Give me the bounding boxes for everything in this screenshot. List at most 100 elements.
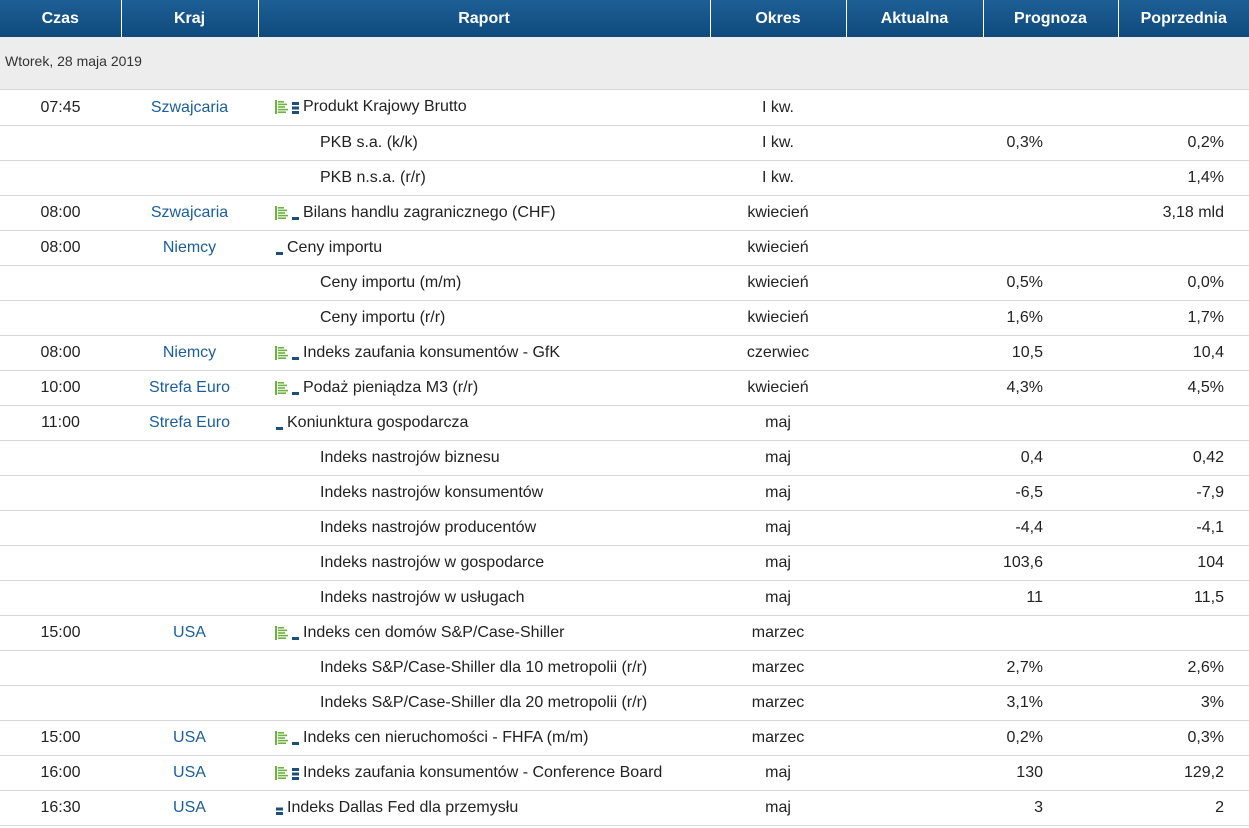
cell-poprzednia bbox=[1118, 405, 1249, 441]
cell-kraj[interactable]: Niemcy bbox=[121, 230, 258, 266]
cell-okres: marzec bbox=[710, 615, 846, 651]
cell-poprzednia: 129,2 bbox=[1118, 755, 1249, 791]
cell-prognoza: 3,1% bbox=[983, 685, 1118, 721]
cell-czas: 10:00 bbox=[0, 370, 121, 406]
cell-okres: czerwiec bbox=[710, 335, 846, 371]
report-label[interactable]: Bilans handlu zagranicznego (CHF) bbox=[303, 204, 556, 221]
chart-icon[interactable] bbox=[275, 625, 288, 640]
importance-icon bbox=[292, 356, 299, 360]
table-row: Indeks nastrojów konsumentów maj -6,5 -7… bbox=[0, 475, 1249, 511]
chart-icon[interactable] bbox=[275, 380, 288, 395]
sub-report-label: Indeks nastrojów biznesu bbox=[320, 448, 500, 466]
cell-kraj bbox=[121, 650, 258, 686]
cell-kraj[interactable]: USA bbox=[121, 755, 258, 791]
column-header-okres[interactable]: Okres bbox=[710, 0, 847, 37]
cell-kraj[interactable]: Szwajcaria bbox=[121, 195, 258, 231]
cell-poprzednia: 104 bbox=[1118, 545, 1249, 581]
cell-prognoza: 0,2% bbox=[983, 720, 1118, 756]
cell-aktualna bbox=[846, 510, 983, 546]
report-label[interactable]: Produkt Krajowy Brutto bbox=[303, 98, 467, 115]
column-header-poprzednia[interactable]: Poprzednia bbox=[1118, 0, 1249, 37]
importance-icon bbox=[276, 807, 283, 815]
chart-icon[interactable] bbox=[275, 765, 288, 780]
cell-poprzednia: 3% bbox=[1118, 685, 1249, 721]
cell-raport: Indeks nastrojów konsumentów bbox=[258, 475, 710, 511]
cell-poprzednia: 0,3% bbox=[1118, 720, 1249, 756]
cell-czas bbox=[0, 580, 121, 616]
chart-icon[interactable] bbox=[275, 730, 288, 745]
cell-kraj[interactable]: Strefa Euro bbox=[121, 405, 258, 441]
chart-icon[interactable] bbox=[275, 100, 288, 115]
cell-czas bbox=[0, 545, 121, 581]
cell-okres: maj bbox=[710, 545, 846, 581]
report-label[interactable]: Podaż pieniądza M3 (r/r) bbox=[303, 379, 478, 396]
sub-report-label: Ceny importu (m/m) bbox=[320, 273, 462, 291]
cell-raport: Produkt Krajowy Brutto bbox=[258, 89, 710, 126]
cell-czas: 15:00 bbox=[0, 615, 121, 651]
sub-report-label: PKB s.a. (k/k) bbox=[320, 133, 418, 151]
cell-poprzednia: 1,7% bbox=[1118, 300, 1249, 336]
report-label[interactable]: Indeks cen nieruchomości - FHFA (m/m) bbox=[303, 729, 588, 746]
cell-okres: maj bbox=[710, 510, 846, 546]
table-row: 08:00 Szwajcaria Bilans handlu zagranicz… bbox=[0, 195, 1249, 231]
sub-report-label: Ceny importu (r/r) bbox=[320, 308, 446, 326]
report-label[interactable]: Indeks cen domów S&P/Case-Shiller bbox=[303, 624, 564, 641]
column-header-prognoza[interactable]: Prognoza bbox=[983, 0, 1119, 37]
column-header-aktualna[interactable]: Aktualna bbox=[846, 0, 984, 37]
cell-prognoza bbox=[983, 405, 1118, 441]
report-label[interactable]: Indeks Dallas Fed dla przemysłu bbox=[287, 799, 518, 816]
cell-czas: 08:00 bbox=[0, 195, 121, 231]
chart-icon[interactable] bbox=[275, 205, 288, 220]
cell-kraj[interactable]: USA bbox=[121, 720, 258, 756]
cell-kraj[interactable]: USA bbox=[121, 615, 258, 651]
cell-kraj[interactable]: Strefa Euro bbox=[121, 370, 258, 406]
table-body: Wtorek, 28 maja 2019 07:45 Szwajcaria Pr… bbox=[0, 37, 1249, 826]
cell-prognoza: 10,5 bbox=[983, 335, 1118, 371]
cell-prognoza: 4,3% bbox=[983, 370, 1118, 406]
cell-poprzednia: 3,18 mld bbox=[1118, 195, 1249, 231]
cell-prognoza bbox=[983, 89, 1118, 126]
chart-icon[interactable] bbox=[275, 345, 288, 360]
table-row: 08:00 Niemcy Ceny importu kwiecień bbox=[0, 230, 1249, 266]
cell-prognoza bbox=[983, 195, 1118, 231]
cell-raport: Indeks zaufania konsumentów - Conference… bbox=[258, 755, 710, 791]
table-row: Ceny importu (r/r) kwiecień 1,6% 1,7% bbox=[0, 300, 1249, 336]
cell-kraj[interactable]: USA bbox=[121, 790, 258, 826]
cell-czas: 07:45 bbox=[0, 89, 121, 126]
sub-report-label: Indeks S&P/Case-Shiller dla 10 metropoli… bbox=[320, 658, 648, 676]
column-header-czas[interactable]: Czas bbox=[0, 0, 122, 37]
cell-czas: 11:00 bbox=[0, 405, 121, 441]
cell-prognoza: 103,6 bbox=[983, 545, 1118, 581]
cell-prognoza: 2,7% bbox=[983, 650, 1118, 686]
cell-okres: maj bbox=[710, 790, 846, 826]
cell-kraj bbox=[121, 545, 258, 581]
table-row: PKB s.a. (k/k) I kw. 0,3% 0,2% bbox=[0, 125, 1249, 161]
table-row: Indeks nastrojów w gospodarce maj 103,6 … bbox=[0, 545, 1249, 581]
cell-kraj[interactable]: Szwajcaria bbox=[121, 89, 258, 126]
cell-poprzednia: 4,5% bbox=[1118, 370, 1249, 406]
cell-kraj bbox=[121, 510, 258, 546]
cell-prognoza bbox=[983, 160, 1118, 196]
table-row: Indeks S&P/Case-Shiller dla 10 metropoli… bbox=[0, 650, 1249, 686]
column-header-kraj[interactable]: Kraj bbox=[121, 0, 259, 37]
economic-calendar-table: Czas Kraj Raport Okres Aktualna Prognoza… bbox=[0, 0, 1249, 826]
report-label[interactable]: Koniunktura gospodarcza bbox=[287, 414, 468, 431]
date-group-row: Wtorek, 28 maja 2019 bbox=[0, 37, 1249, 90]
cell-raport: Bilans handlu zagranicznego (CHF) bbox=[258, 195, 710, 231]
cell-raport: PKB n.s.a. (r/r) bbox=[258, 160, 710, 196]
importance-icon bbox=[292, 636, 299, 640]
cell-okres: marzec bbox=[710, 650, 846, 686]
table-row: Indeks S&P/Case-Shiller dla 20 metropoli… bbox=[0, 685, 1249, 721]
cell-prognoza: 1,6% bbox=[983, 300, 1118, 336]
column-header-raport[interactable]: Raport bbox=[258, 0, 711, 37]
cell-kraj bbox=[121, 265, 258, 301]
cell-prognoza: 130 bbox=[983, 755, 1118, 791]
report-label[interactable]: Indeks zaufania konsumentów - GfK bbox=[303, 344, 560, 361]
cell-kraj[interactable]: Niemcy bbox=[121, 335, 258, 371]
report-label[interactable]: Ceny importu bbox=[287, 239, 382, 256]
cell-czas bbox=[0, 650, 121, 686]
cell-okres: maj bbox=[710, 440, 846, 476]
report-label[interactable]: Indeks zaufania konsumentów - Conference… bbox=[303, 764, 662, 781]
cell-czas bbox=[0, 510, 121, 546]
cell-czas: 16:30 bbox=[0, 790, 121, 826]
